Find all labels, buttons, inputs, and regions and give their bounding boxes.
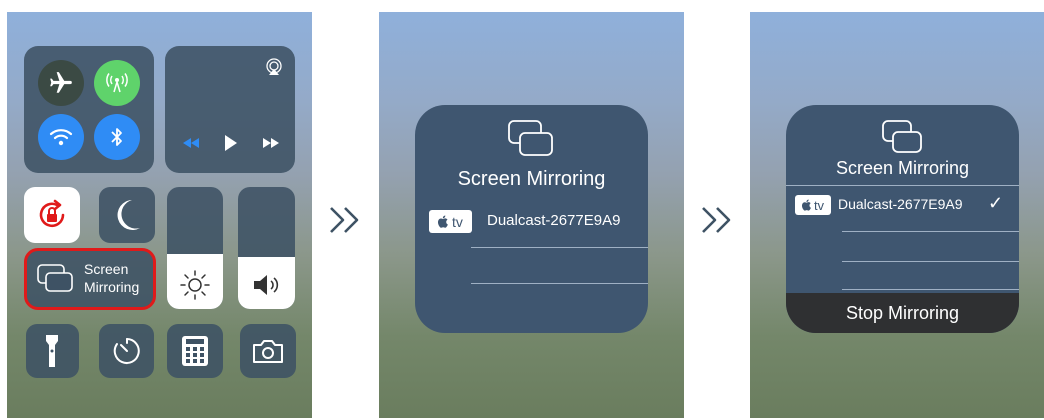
volume-icon — [254, 275, 279, 295]
bluetooth-toggle[interactable] — [94, 114, 140, 160]
screen-mirroring-icon — [508, 120, 553, 156]
appletv-badge: tv — [429, 210, 472, 233]
rotation-lock-button[interactable] — [24, 187, 80, 243]
cellular-data-toggle[interactable] — [94, 60, 140, 106]
device-row-selected[interactable]: tv Dualcast-2677E9A9 ✓ — [786, 189, 1019, 223]
airplay-icon[interactable] — [265, 58, 283, 76]
mirroring-dialog: Screen Mirroring tv Dualcast-2677E9A9 — [415, 105, 648, 333]
list-divider — [842, 261, 1019, 262]
timer-button[interactable] — [99, 324, 154, 378]
list-divider — [471, 247, 648, 248]
bluetooth-icon — [111, 128, 122, 146]
do-not-disturb-button[interactable] — [99, 187, 155, 243]
mirroring-connected-screen: Screen Mirroring tv Dualcast-2677E9A9 ✓ … — [750, 12, 1044, 418]
list-divider — [786, 185, 1019, 186]
connectivity-tile — [24, 46, 154, 173]
dialog-title: Screen Mirroring — [457, 168, 606, 190]
brightness-slider[interactable] — [167, 187, 223, 309]
apple-logo-icon — [438, 215, 448, 228]
device-label: Dualcast-2677E9A9 — [838, 196, 963, 212]
appletv-badge-text: tv — [452, 213, 463, 230]
airplane-icon — [50, 72, 72, 93]
screen-mirroring-icon — [882, 120, 922, 153]
double-chevron-right-icon — [702, 207, 731, 233]
double-chevron-right-icon — [330, 207, 359, 233]
camera-button[interactable] — [240, 324, 296, 378]
screen-mirroring-tile[interactable]: Screen Mirroring — [24, 248, 156, 310]
volume-slider[interactable] — [238, 187, 295, 309]
timer-icon — [113, 338, 140, 364]
screen-mirroring-icon — [37, 264, 73, 292]
checkmark-icon: ✓ — [988, 193, 1004, 213]
wifi-toggle[interactable] — [38, 114, 84, 160]
moon-icon — [117, 200, 140, 230]
device-row[interactable]: tv Dualcast-2677E9A9 — [415, 205, 648, 239]
music-tile — [165, 46, 295, 173]
rotation-lock-icon — [39, 199, 65, 228]
control-center-screen: Screen Mirroring — [7, 12, 312, 418]
brightness-icon — [180, 270, 210, 300]
cellular-icon — [106, 73, 128, 93]
appletv-badge-text: tv — [813, 197, 825, 213]
mirroring-dialog-connected: Screen Mirroring tv Dualcast-2677E9A9 ✓ … — [786, 105, 1019, 333]
fast-forward-icon[interactable] — [262, 137, 280, 149]
mirroring-picker-screen: Screen Mirroring tv Dualcast-2677E9A9 — [379, 12, 684, 418]
apple-logo-icon — [801, 199, 811, 211]
camera-icon — [253, 340, 283, 363]
list-divider — [842, 289, 1019, 290]
list-divider — [842, 231, 1019, 232]
screen-mirroring-label: Screen Mirroring — [84, 261, 140, 295]
play-icon[interactable] — [224, 134, 238, 152]
device-label: Dualcast-2677E9A9 — [487, 212, 621, 229]
dialog-title: Screen Mirroring — [835, 158, 970, 178]
appletv-badge: tv — [795, 195, 831, 215]
airplane-mode-toggle[interactable] — [38, 60, 84, 106]
flashlight-icon — [46, 335, 58, 367]
wifi-icon — [49, 129, 73, 146]
stop-mirroring-button[interactable]: Stop Mirroring — [786, 293, 1019, 333]
list-divider — [471, 283, 648, 284]
rewind-icon[interactable] — [182, 137, 200, 149]
calculator-icon — [182, 336, 208, 366]
flashlight-button[interactable] — [26, 324, 79, 378]
stop-mirroring-label: Stop Mirroring — [845, 302, 960, 323]
calculator-button[interactable] — [167, 324, 223, 378]
